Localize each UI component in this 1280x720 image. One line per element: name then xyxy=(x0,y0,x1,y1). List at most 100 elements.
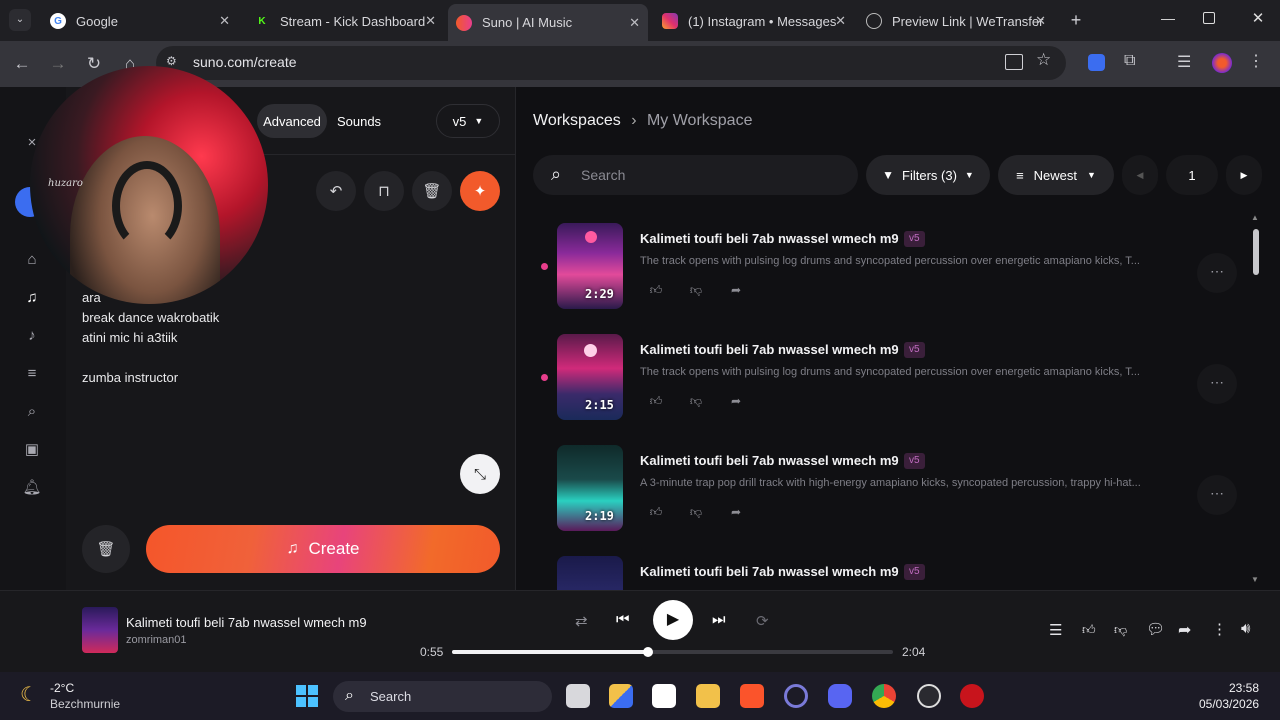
song-cover[interactable]: 2:15 xyxy=(557,334,623,420)
close-tab-icon[interactable]: ✕ xyxy=(425,13,436,29)
hooks-icon[interactable]: ▣ xyxy=(22,440,42,460)
like-icon[interactable]: 👍︎ xyxy=(648,505,664,521)
like-icon[interactable]: 👍︎ xyxy=(1082,622,1096,638)
task-view-icon[interactable] xyxy=(566,684,590,708)
sort-button[interactable]: ≡ Newest ▼ xyxy=(998,155,1114,195)
install-app-icon[interactable] xyxy=(1005,54,1023,70)
share-icon[interactable]: ➦ xyxy=(728,283,744,299)
share-icon[interactable]: ➦ xyxy=(728,394,744,410)
brave-icon[interactable] xyxy=(740,684,764,708)
site-info-icon[interactable]: ⚙ xyxy=(166,54,180,68)
tab-sounds[interactable]: Sounds xyxy=(330,104,388,138)
extensions-icon[interactable]: ⧉ xyxy=(1124,52,1135,70)
close-tab-icon[interactable]: ✕ xyxy=(835,13,846,29)
more-options-button[interactable]: ⋯ xyxy=(1197,253,1237,293)
tab-suno[interactable]: Suno | AI Music ✕ xyxy=(448,4,648,41)
minimize-button[interactable]: — xyxy=(1158,10,1178,30)
weather-desc[interactable]: Bezchmurnie xyxy=(50,697,120,711)
close-tab-icon[interactable]: ✕ xyxy=(219,13,230,29)
now-playing-artist[interactable]: zomriman01 xyxy=(126,634,187,646)
lyrics-line[interactable]: break dance wakrobatik xyxy=(82,310,219,325)
song-title[interactable]: Kalimeti toufi beli 7ab nwassel wmech m9 xyxy=(640,342,899,357)
new-tab-button[interactable]: + xyxy=(1066,10,1086,30)
close-window-button[interactable]: ✕ xyxy=(1248,9,1268,29)
more-options-button[interactable]: ⋯ xyxy=(1197,475,1237,515)
clock-time[interactable]: 23:58 xyxy=(1229,681,1259,695)
now-playing-title[interactable]: Kalimeti toufi beli 7ab nwassel wmech m9 xyxy=(126,615,367,630)
undo-button[interactable]: ↶ xyxy=(316,171,356,211)
shuffle-icon[interactable]: ⇄ xyxy=(575,612,588,630)
song-row[interactable]: 2:29 Kalimeti toufi beli 7ab nwassel wme… xyxy=(533,223,1263,323)
tab-search-button[interactable]: ⌄ xyxy=(9,9,31,31)
song-cover[interactable]: 2:19 xyxy=(557,445,623,531)
dislike-icon[interactable]: 👎︎ xyxy=(688,394,704,410)
page-number[interactable]: 1 xyxy=(1166,155,1218,195)
song-cover[interactable]: 2:29 xyxy=(557,223,623,309)
windows-start-icon[interactable] xyxy=(296,685,318,707)
forward-icon[interactable]: → xyxy=(47,53,69,75)
search-icon[interactable]: ⌕ xyxy=(22,402,42,422)
progress-track[interactable] xyxy=(452,647,893,657)
song-row[interactable]: Kalimeti toufi beli 7ab nwassel wmech m9… xyxy=(533,556,1263,590)
delete-lyrics-button[interactable]: 🗑︎ xyxy=(412,171,452,211)
weather-temp[interactable]: -2°C xyxy=(50,681,74,695)
dislike-icon[interactable]: 👎︎ xyxy=(688,283,704,299)
store-icon[interactable] xyxy=(652,684,676,708)
tab-google[interactable]: G Google ✕ xyxy=(42,6,238,36)
now-playing-cover[interactable] xyxy=(82,607,118,653)
restore-button[interactable] xyxy=(1203,12,1215,24)
tab-wetransfer[interactable]: Preview Link | WeTransfer ✕ xyxy=(858,6,1054,36)
share-icon[interactable]: ➦ xyxy=(1178,620,1191,640)
tab-kick[interactable]: K Stream - Kick Dashboard ✕ xyxy=(248,6,444,36)
magic-wand-button[interactable]: ✦ xyxy=(460,171,500,211)
scroll-up-icon[interactable]: ▲ xyxy=(1251,213,1259,222)
song-title[interactable]: Kalimeti toufi beli 7ab nwassel wmech m9 xyxy=(640,453,899,468)
previous-icon[interactable]: ⏮︎ xyxy=(616,611,630,628)
media-control-icon[interactable]: ☰ xyxy=(1177,52,1191,72)
file-explorer-icon[interactable] xyxy=(696,684,720,708)
next-icon[interactable]: ⏭︎ xyxy=(712,611,726,628)
red-app-icon[interactable] xyxy=(960,684,984,708)
chrome-menu-icon[interactable]: ⋮ xyxy=(1248,51,1264,71)
obs-icon[interactable] xyxy=(917,684,941,708)
lyrics-line[interactable]: atini mic hi a3tiik xyxy=(82,330,177,345)
create-button[interactable]: ♫ Create xyxy=(146,525,500,573)
taskbar-search[interactable]: ⌕ Search xyxy=(333,681,552,712)
weather-moon-icon[interactable]: ☾ xyxy=(20,682,38,707)
shield-extension-icon[interactable] xyxy=(1088,54,1105,71)
profile-avatar[interactable] xyxy=(1212,53,1232,73)
back-icon[interactable]: ← xyxy=(11,53,33,75)
comment-icon[interactable]: 💬︎ xyxy=(1146,620,1165,638)
filters-button[interactable]: ▼ Filters (3) ▼ xyxy=(866,155,990,195)
tab-instagram[interactable]: (1) Instagram • Messages ✕ xyxy=(654,6,854,36)
tab-advanced[interactable]: Advanced xyxy=(257,104,327,138)
more-options-button[interactable]: ⋯ xyxy=(1197,364,1237,404)
discord-icon[interactable] xyxy=(828,684,852,708)
reload-icon[interactable]: ↻ xyxy=(83,53,105,75)
share-icon[interactable]: ➦ xyxy=(728,505,744,521)
dislike-icon[interactable]: 👎︎ xyxy=(688,505,704,521)
song-row[interactable]: 2:15 Kalimeti toufi beli 7ab nwassel wme… xyxy=(533,334,1263,434)
song-row[interactable]: 2:19 Kalimeti toufi beli 7ab nwassel wme… xyxy=(533,445,1263,545)
scrollbar-thumb[interactable] xyxy=(1253,229,1259,275)
song-title[interactable]: Kalimeti toufi beli 7ab nwassel wmech m9 xyxy=(640,564,899,579)
studio-icon[interactable]: ♪ xyxy=(22,326,42,346)
volume-icon[interactable]: 🔊︎ xyxy=(1241,620,1250,637)
bookmark-button[interactable]: ⊓ xyxy=(364,171,404,211)
clear-button[interactable]: 🗑︎ xyxy=(82,525,130,573)
lyrics-line[interactable]: zumba instructor xyxy=(82,370,178,385)
like-icon[interactable]: 👍︎ xyxy=(648,283,664,299)
clock-date[interactable]: 05/03/2026 xyxy=(1199,697,1259,711)
model-selector[interactable]: v5 ▼ xyxy=(436,104,500,138)
create-icon[interactable]: ♫ xyxy=(22,288,42,308)
app-circle-icon[interactable] xyxy=(784,684,808,708)
library-icon[interactable]: ≡ xyxy=(22,364,42,384)
song-cover[interactable] xyxy=(557,556,623,590)
more-icon[interactable]: ⋮ xyxy=(1212,620,1227,638)
play-button[interactable]: ▶ xyxy=(653,600,693,640)
prev-page-button[interactable]: ◀ xyxy=(1122,155,1158,195)
collapse-editor-button[interactable]: ⤡ xyxy=(460,454,500,494)
like-icon[interactable]: 👍︎ xyxy=(648,394,664,410)
scroll-down-icon[interactable]: ▼ xyxy=(1251,575,1259,584)
song-title[interactable]: Kalimeti toufi beli 7ab nwassel wmech m9 xyxy=(640,231,899,246)
